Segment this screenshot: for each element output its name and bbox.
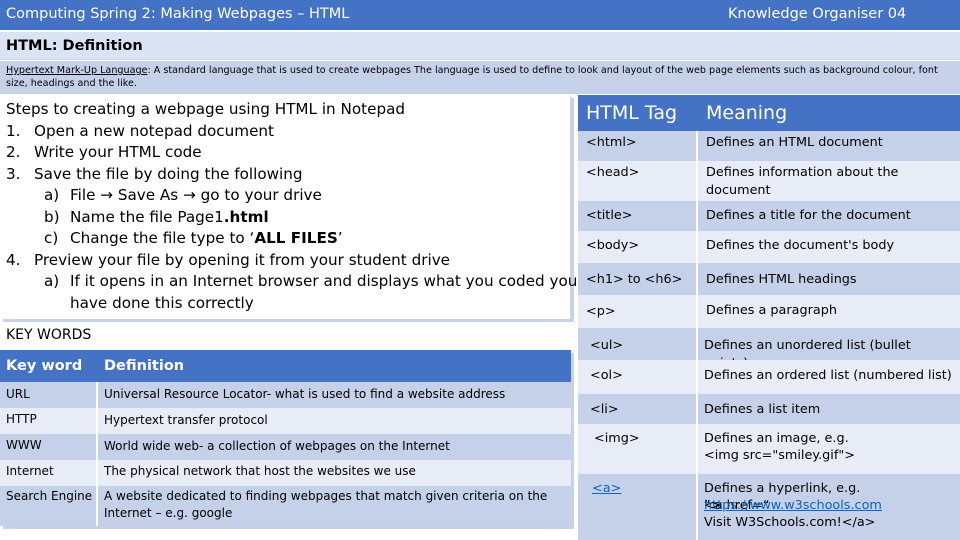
- keywords-table: Key word Definition URL Universal Resour…: [0, 350, 571, 526]
- step-text: Name the file Page1.html: [70, 207, 269, 226]
- table-row: <html> Defines an HTML document: [578, 131, 960, 161]
- html-tags-table: HTML Tag Meaning <html> Defines an HTML …: [578, 95, 960, 540]
- meaning-cell: Defines a hyperlink, e.g.: [704, 481, 861, 496]
- table-row: <h1> to <h6> Defines HTML headings: [578, 263, 960, 295]
- step-number: a): [44, 272, 60, 290]
- meaning-cell: Defines the document's body: [706, 238, 895, 253]
- keyword-cell: HTTP: [6, 412, 37, 426]
- table-row: <a> Defines a hyperlink, e.g. <a href=“ h…: [578, 474, 960, 540]
- arrow-right-icon: →: [100, 186, 113, 204]
- step-number: 2.: [6, 143, 21, 161]
- meaning-cell: Defines a list item: [704, 402, 821, 417]
- organiser-label: Knowledge Organiser 04: [728, 6, 907, 22]
- step-number: c): [44, 229, 59, 247]
- arrow-right-icon: →: [183, 186, 196, 204]
- step-3b: b) Name the file Page1.html: [44, 207, 269, 229]
- keyword-cell: Internet: [6, 464, 54, 478]
- meaning-cell: Defines an HTML document: [706, 135, 883, 150]
- column-divider: [696, 131, 698, 540]
- col-keyword: Key word: [6, 358, 83, 374]
- col-definition: Definition: [104, 358, 185, 374]
- tag-cell: <body>: [586, 238, 640, 253]
- anchor-tag-cell: <a>: [592, 481, 622, 496]
- keyword-cell: URL: [6, 387, 30, 401]
- table-row: <body> Defines the document's body: [578, 231, 960, 263]
- table-row: <ul> Defines an unordered list (bullet p…: [578, 328, 960, 371]
- meaning-cell: Defines HTML headings: [706, 272, 857, 287]
- table-row: Search Engine A website dedicated to fin…: [0, 486, 571, 526]
- meaning-cell: Defines a paragraph: [706, 303, 837, 318]
- meaning-cell: Defines information about the document: [706, 165, 899, 198]
- tags-table-header: HTML Tag Meaning: [578, 95, 960, 131]
- step-4: 4. Preview your file by opening it from …: [6, 250, 450, 272]
- definition-cell: Hypertext transfer protocol: [104, 413, 268, 427]
- definition-box: Hypertext Mark-Up Language: A standard l…: [0, 61, 960, 94]
- step-4a-continued: have done this correctly: [70, 293, 254, 312]
- definition-cell: A website dedicated to finding webpages …: [104, 489, 548, 520]
- step-text: Save the file by doing the following: [34, 164, 303, 183]
- keywords-title: KEY WORDS: [6, 327, 92, 343]
- step-number: 4.: [6, 250, 21, 269]
- meaning-cell: Defines a title for the document: [706, 208, 911, 223]
- table-row: WWW World wide web- a collection of webp…: [0, 434, 571, 460]
- table-row: <head> Defines information about the doc…: [578, 161, 960, 201]
- column-divider: [96, 382, 98, 526]
- steps-title: Steps to creating a webpage using HTML i…: [6, 100, 406, 118]
- keyword-cell: Search Engine: [6, 489, 93, 503]
- table-row: <img> Defines an image, e.g. <img src="s…: [578, 424, 960, 474]
- step-text: Change the file type to ‘ALL FILES’: [70, 229, 343, 247]
- definition-cell: World wide web- a collection of webpages…: [104, 439, 450, 453]
- col-html-tag: HTML Tag: [586, 102, 678, 124]
- step-text: Preview your file by opening it from you…: [34, 250, 451, 269]
- definition-cell: Universal Resource Locator- what is used…: [104, 387, 506, 401]
- tag-cell: <html>: [586, 135, 637, 150]
- tag-cell: <li>: [590, 402, 619, 417]
- tag-cell: <p>: [586, 304, 616, 319]
- table-row: URL Universal Resource Locator- what is …: [0, 382, 571, 408]
- meaning-cell: Defines an image, e.g.: [704, 431, 849, 446]
- definition-heading: HTML: Definition: [6, 38, 143, 54]
- tag-cell: <h1> to <h6>: [586, 272, 683, 287]
- tag-cell: <img>: [594, 431, 640, 446]
- step-3: 3. Save the file by doing the following: [6, 164, 303, 186]
- step-text: If it opens in an Internet browser and d…: [70, 272, 578, 290]
- tag-cell: <ol>: [590, 368, 623, 383]
- step-3a: a) File → Save As → go to your drive: [44, 185, 322, 207]
- tag-cell: <head>: [586, 165, 640, 180]
- header-bar: Computing Spring 2: Making Webpages – HT…: [0, 0, 960, 30]
- step-1: 1. Open a new notepad document: [6, 121, 274, 143]
- page-title: Computing Spring 2: Making Webpages – HT…: [6, 6, 350, 22]
- table-row: <title> Defines a title for the document: [578, 201, 960, 231]
- steps-panel: Steps to creating a webpage using HTML i…: [0, 95, 577, 319]
- step-text: Open a new notepad document: [34, 121, 275, 140]
- definition-text: Hypertext Mark-Up Language: A standard l…: [6, 64, 956, 90]
- step-number: b): [44, 207, 60, 226]
- table-row: Internet The physical network that host …: [0, 460, 571, 486]
- step-2: 2. Write your HTML code: [6, 142, 202, 164]
- table-row: HTTP Hypertext transfer protocol: [0, 408, 571, 434]
- definition-cell: The physical network that host the websi…: [104, 464, 416, 478]
- step-3c: c) Change the file type to ‘ALL FILES’: [44, 228, 343, 250]
- table-row: <ol> Defines an ordered list (numbered l…: [578, 360, 960, 394]
- table-row: <li> Defines a list item: [578, 394, 960, 424]
- step-number: 3.: [6, 164, 21, 183]
- keywords-table-header: Key word Definition: [0, 350, 571, 382]
- keyword-cell: WWW: [6, 438, 42, 452]
- definition-term: Hypertext Mark-Up Language: [6, 65, 148, 76]
- step-text: File → Save As → go to your drive: [70, 186, 322, 204]
- meaning-example-text: Visit W3Schools.com!</a>: [704, 515, 876, 530]
- col-meaning: Meaning: [706, 102, 788, 124]
- step-number: 1.: [6, 121, 21, 140]
- w3schools-link[interactable]: https://www.w3schools.com: [704, 497, 882, 515]
- meaning-cell: Defines an ordered list (numbered list): [704, 368, 952, 383]
- table-row: <p> Defines a paragraph: [578, 295, 960, 328]
- step-text: Write your HTML code: [34, 143, 202, 161]
- step-number: a): [44, 186, 60, 204]
- tag-cell: <title>: [586, 208, 633, 223]
- step-4a: a) If it opens in an Internet browser an…: [44, 271, 577, 293]
- definition-header: HTML: Definition: [0, 32, 960, 60]
- meaning-example: <img src="smiley.gif">: [704, 448, 855, 463]
- tag-cell: <ul>: [590, 338, 624, 353]
